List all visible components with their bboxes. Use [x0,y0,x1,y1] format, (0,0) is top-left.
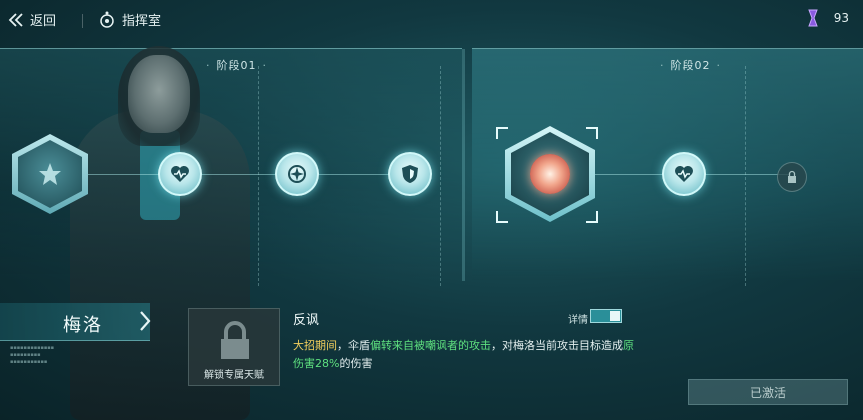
stage-2-title: 阶段02 [654,57,727,73]
toggle-knob [610,311,620,321]
desc-text: 的伤害 [339,357,373,370]
desc-highlight: 大招期间 [293,339,337,352]
talent-node-locked[interactable] [777,162,807,192]
currency-value: 93 [833,11,849,25]
talent-node-heart-2[interactable] [662,152,706,196]
skill-description: 大招期间，伞盾偏转来自被嘲讽者的攻击，对梅洛当前攻击目标造成原伤害28%的伤害 [293,337,638,373]
back-label: 返回 [30,14,57,29]
room-label: 指挥室 [122,14,162,29]
shield-icon [402,165,418,183]
compass-icon [288,165,306,183]
crystal-icon [807,9,818,27]
back-button[interactable]: 返回 [8,10,56,29]
selection-corner [586,211,598,223]
selection-corner [496,127,508,139]
talent-node-compass[interactable] [275,152,319,196]
chevron-right-icon [140,311,151,331]
desc-text: ，伞盾 [337,339,370,352]
double-chevron-left-icon [8,12,23,27]
skill-title: 反讽 [293,313,320,328]
currency-display: 93 [806,9,849,27]
unlock-card-label: 解锁专属天赋 [204,370,264,381]
decor-dash [745,66,746,286]
lock-icon [221,321,249,359]
talent-node-heart[interactable] [158,152,202,196]
heart-pulse-icon [675,166,693,182]
activated-button[interactable]: 已激活 [688,379,848,405]
desc-text: ，对梅洛当前攻击目标造成 [491,339,623,352]
decor-dash [258,66,259,286]
topbar-divider [82,14,83,28]
room-title: 指挥室 [98,10,161,29]
next-character-button[interactable] [138,309,152,339]
selection-corner [586,127,598,139]
selection-corner [496,211,508,223]
detail-label: 详情 [568,315,588,326]
desc-highlight: 偏转来自被嘲讽者的攻击 [370,339,491,352]
decor-dash [440,66,441,286]
talent-orb-icon [530,154,570,194]
decor-text-block: ▪▪▪▪▪▪▪▪▪▪▪▪▪ ▪▪▪▪▪▪▪▪▪ ▪▪▪▪▪▪▪▪▪▪▪ [10,345,55,365]
talent-node-shield[interactable] [388,152,432,196]
character-name: 梅洛 [63,315,103,336]
emblem-icon [39,163,61,185]
target-icon [100,11,114,28]
detail-toggle[interactable] [590,309,622,323]
stage-1-title: 阶段01 [200,57,273,73]
character-head [128,55,190,133]
skill-tree-line [80,174,420,175]
heart-pulse-icon [171,166,189,182]
lock-icon [788,170,796,183]
